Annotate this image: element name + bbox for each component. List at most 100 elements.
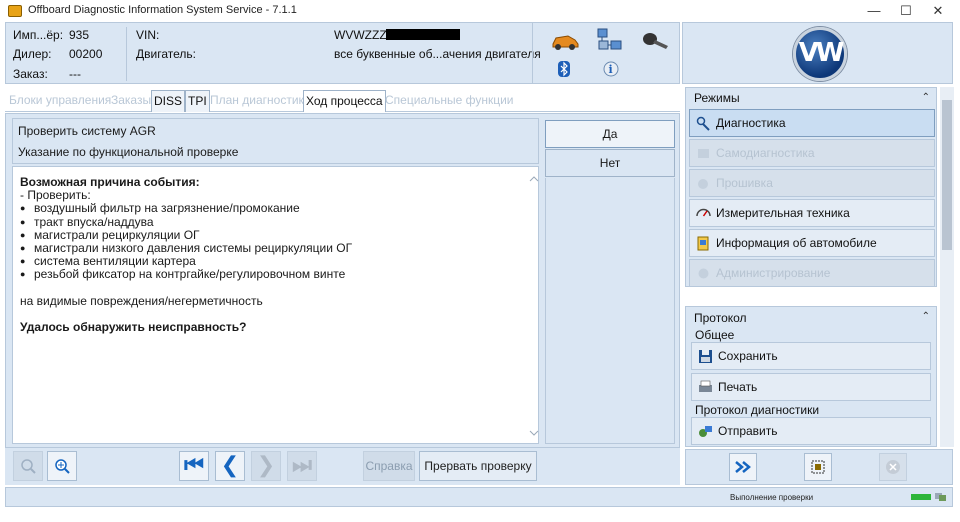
flash-icon (698, 179, 708, 189)
modes-title: Режимы (694, 91, 740, 105)
mode-flashing[interactable]: Прошивка (689, 169, 935, 197)
forward-button[interactable] (729, 453, 757, 481)
status-indicator (911, 494, 931, 500)
mode-label: Самодиагностика (716, 146, 815, 160)
mode-vehicle-info[interactable]: Информация об автомобиле (689, 229, 935, 257)
vin-redaction (386, 29, 460, 40)
instruction-text: Возможная причина события: - Проверить: … (20, 175, 520, 334)
gauge-icon (696, 208, 711, 217)
mode-label: Администрирование (716, 266, 831, 280)
fault-question: Удалось обнаружить неисправность? (20, 319, 247, 334)
tab-special-functions[interactable]: Специальные функции (383, 90, 516, 112)
prev-step-button[interactable]: ❮ (215, 451, 245, 481)
mode-label: Прошивка (716, 176, 773, 190)
tab-control-units[interactable]: Блоки управления (7, 90, 113, 112)
vw-logo: VW (793, 27, 847, 81)
fit-view-icon (811, 460, 825, 474)
send-label: Отправить (718, 424, 778, 438)
connection-icon (935, 493, 946, 501)
abort-test-button[interactable]: Прервать проверку (419, 451, 537, 481)
question-box: Проверить систему AGR Указание по функци… (12, 118, 539, 164)
modes-collapse-button[interactable]: ⌃ (922, 88, 930, 108)
check-item: воздушный фильтр на загрязнение/промокан… (20, 202, 520, 216)
first-step-button[interactable]: ⏮ (179, 451, 209, 481)
fit-view-button[interactable] (804, 453, 832, 481)
zoom-in-icon (55, 459, 70, 474)
content-scrollbar[interactable] (528, 173, 540, 441)
print-button[interactable]: Печать (691, 373, 931, 401)
right-scrollbar-thumb[interactable] (942, 100, 952, 250)
importer-label: Имп...ёр: (13, 28, 64, 42)
admin-icon (698, 268, 709, 279)
process-panel: Проверить систему AGR Указание по функци… (5, 113, 680, 485)
cancel-icon (886, 460, 900, 474)
tab-orders[interactable]: Заказы (109, 90, 153, 112)
next-step-button[interactable]: ❯ (251, 451, 281, 481)
tab-bar: Блоки управления Заказы DISS TPI План ди… (5, 88, 680, 112)
minimize-button[interactable]: — (858, 0, 890, 22)
question-title: Проверить систему AGR (18, 124, 156, 138)
save-icon (699, 350, 712, 363)
tab-tpi[interactable]: TPI (185, 90, 210, 112)
order-label: Заказ: (13, 67, 48, 81)
key-icon[interactable] (642, 31, 670, 51)
car-icon[interactable] (550, 31, 580, 51)
maximize-button[interactable]: ☐ (890, 0, 922, 22)
general-label: Общее (695, 328, 735, 342)
protocol-collapse-button[interactable]: ⌃ (922, 307, 930, 327)
title-bar: Offboard Diagnostic Information System S… (0, 0, 960, 22)
mode-label: Измерительная техника (716, 206, 850, 220)
send-icon (699, 426, 712, 437)
mode-administration[interactable]: Администрирование (689, 259, 935, 287)
dealer-label: Дилер: (13, 47, 52, 61)
close-button[interactable]: ✕ (922, 0, 954, 22)
modes-panel: Режимы ⌃ Диагностика Самодиагностика Про… (685, 87, 937, 287)
cause-heading: Возможная причина события: (20, 175, 200, 189)
svg-text:i: i (609, 63, 613, 76)
protocol-title: Протокол (694, 311, 747, 325)
app-icon (8, 5, 22, 17)
selfdiag-icon (698, 149, 709, 158)
right-toolbar (685, 449, 953, 485)
vehicle-info-icon (697, 236, 709, 251)
question-subtitle: Указание по функциональной проверке (18, 145, 239, 159)
status-bar: Выполнение проверки (5, 487, 953, 507)
vin-value: WVWZZZ3 (334, 28, 394, 42)
save-label: Сохранить (718, 349, 778, 363)
save-button[interactable]: Сохранить (691, 342, 931, 370)
brand-panel: VW (682, 22, 953, 84)
bluetooth-icon[interactable] (558, 61, 570, 77)
vin-label: VIN: (136, 28, 160, 42)
yes-button[interactable]: Да (545, 120, 675, 148)
mode-measurement[interactable]: Измерительная техника (689, 199, 935, 227)
zoom-out-icon (21, 459, 36, 474)
header-divider-2 (532, 23, 533, 83)
mode-label: Диагностика (716, 116, 786, 130)
tab-diagnostic-plan[interactable]: План диагностики (208, 90, 312, 112)
instruction-text-box: Возможная причина события: - Проверить: … (12, 166, 539, 444)
send-button[interactable]: Отправить (691, 417, 931, 445)
engine-value: все буквенные об...ачения двигателя (334, 47, 541, 61)
importer-value: 935 (69, 28, 90, 42)
network-icon[interactable] (596, 27, 624, 53)
protocol-panel: Протокол ⌃ Общее Сохранить Печать Проток… (685, 306, 937, 447)
cancel-circle-button[interactable] (879, 453, 907, 481)
info-icon[interactable]: i (602, 59, 622, 79)
status-text: Выполнение проверки (730, 493, 814, 502)
help-button[interactable]: Справка (363, 451, 415, 481)
print-icon (699, 380, 712, 392)
check-note: на видимые повреждения/негерметичность (20, 293, 263, 308)
vehicle-header: Имп...ёр: 935 Дилер: 00200 Заказ: --- VI… (5, 22, 680, 84)
engine-label: Двигатель: (136, 47, 196, 61)
no-button[interactable]: Нет (545, 149, 675, 177)
tab-process[interactable]: Ход процесса (303, 90, 386, 112)
last-step-button[interactable]: ⏭ (287, 451, 317, 481)
dealer-value: 00200 (69, 47, 103, 61)
mode-diagnostics[interactable]: Диагностика (689, 109, 935, 137)
tab-diss[interactable]: DISS (151, 90, 186, 112)
mode-self-diagnostics[interactable]: Самодиагностика (689, 139, 935, 167)
diag-protocol-label: Протокол диагностики (695, 403, 820, 417)
zoom-out-button[interactable] (13, 451, 43, 481)
zoom-in-button[interactable] (47, 451, 77, 481)
bottom-toolbar: ⏮ ❮ ❯ ⏭ Справка Прервать проверку (5, 447, 680, 485)
